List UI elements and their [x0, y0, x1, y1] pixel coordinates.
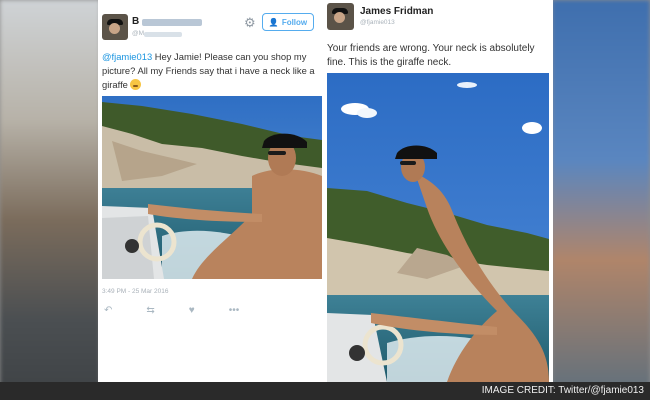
image-credit: IMAGE CREDIT: Twitter/@fjamie013 [481, 385, 644, 396]
left-avatar[interactable] [102, 14, 128, 40]
left-tweet-photo[interactable] [102, 96, 322, 279]
image-credit-bar: IMAGE CREDIT: Twitter/@fjamie013 [0, 382, 650, 400]
left-author-name[interactable]: B [132, 16, 139, 27]
add-user-icon: 👤 [268, 17, 279, 27]
blurred-background-left [0, 0, 100, 400]
more-icon[interactable]: ••• [229, 305, 240, 316]
timestamp[interactable]: 3:49 PM - 25 Mar 2016 [102, 288, 168, 295]
emoji-icon [129, 79, 141, 90]
right-author-handle[interactable]: @fjamie013 [360, 19, 395, 26]
left-author-handle[interactable]: @M [132, 30, 144, 37]
redacted-name [142, 19, 202, 26]
reply-icon[interactable]: ↶ [104, 305, 112, 316]
redacted-handle [144, 32, 182, 37]
retweet-icon[interactable]: ⇆ [146, 305, 154, 316]
blurred-background-right [552, 0, 650, 400]
right-author-name[interactable]: James Fridman [360, 6, 433, 17]
right-tweet-text: Your friends are wrong. Your neck is abs… [327, 43, 535, 68]
right-tweet-photo[interactable] [327, 73, 549, 382]
right-avatar[interactable] [327, 3, 354, 30]
right-tweet-card: James Fridman @fjamie013 Your friends ar… [324, 0, 553, 382]
follow-button[interactable]: 👤 Follow [262, 13, 314, 31]
gear-icon[interactable]: ⚙ [244, 16, 256, 29]
like-icon[interactable]: ♥ [189, 305, 195, 316]
tweet-actions: ↶ ⇆ ♥ ••• [104, 305, 239, 316]
follow-label: Follow [281, 17, 308, 27]
left-tweet-card: B @M ⚙ 👤 Follow @fjamie013 Hey Jamie! Pl… [98, 0, 325, 382]
mention-link[interactable]: @fjamie013 [102, 51, 152, 62]
left-tweet-text: @fjamie013 Hey Jamie! Please can you sho… [102, 50, 322, 92]
